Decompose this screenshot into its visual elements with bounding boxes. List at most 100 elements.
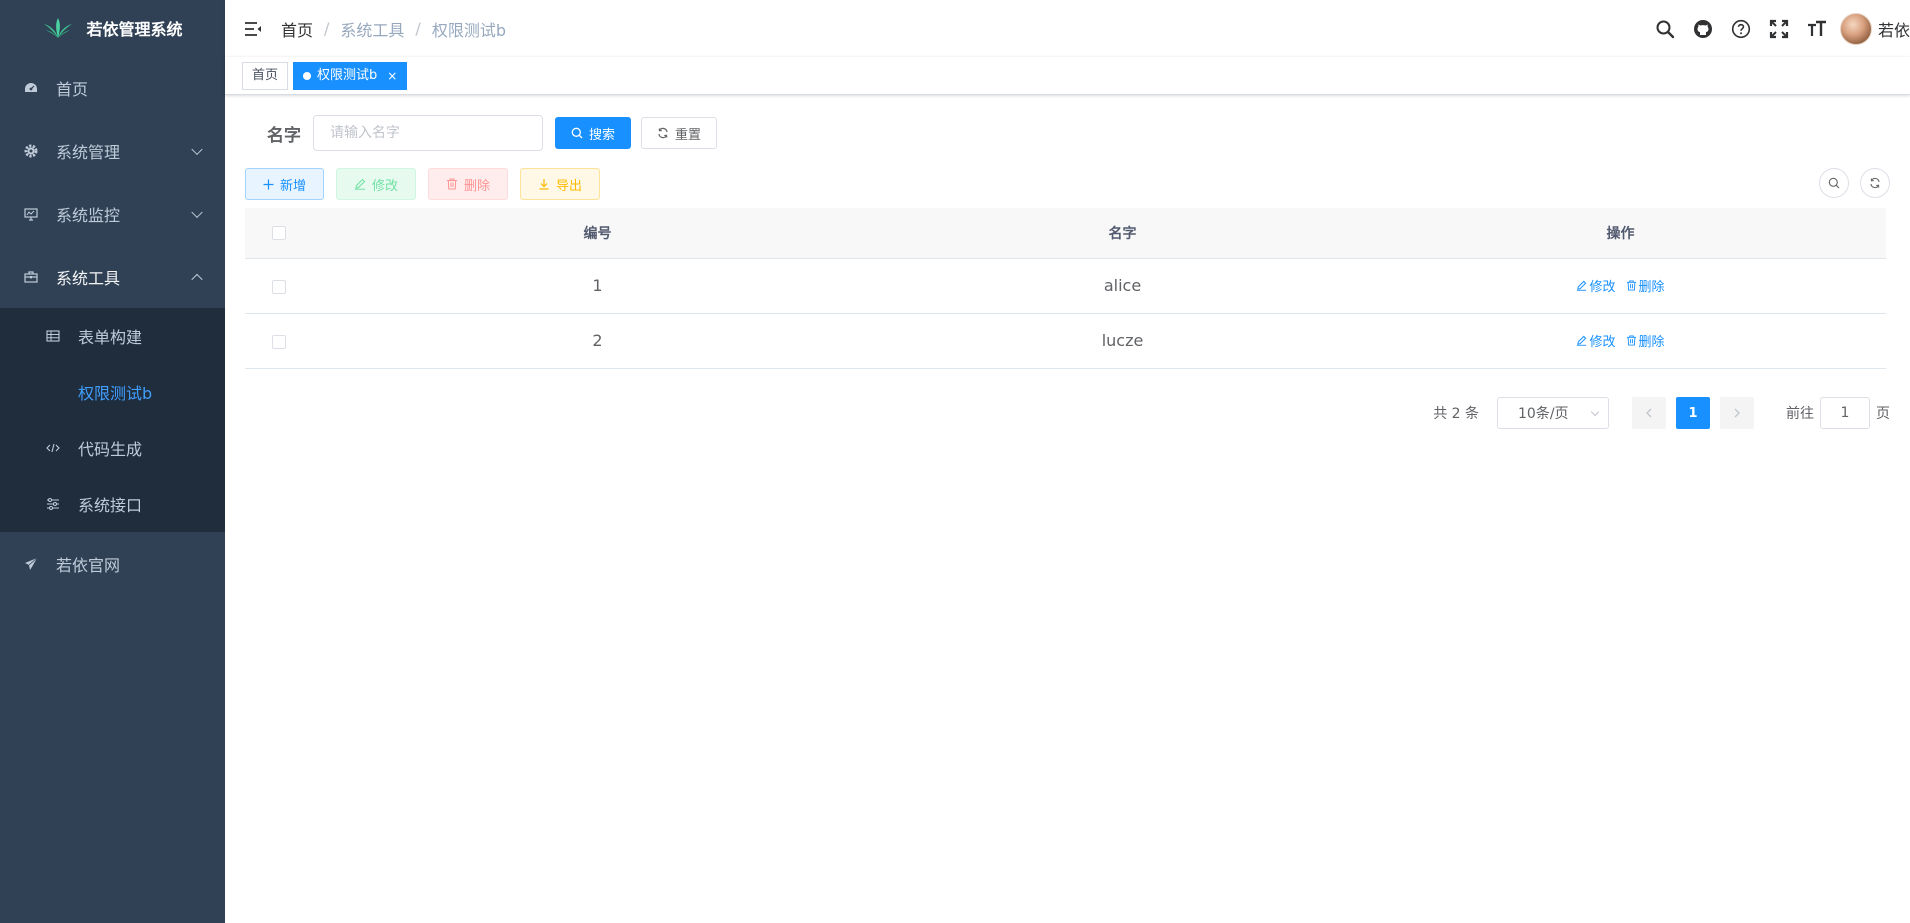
search-icon[interactable] [1646, 0, 1684, 57]
breadcrumb-home[interactable]: 首页 [281, 17, 313, 41]
sidebar-item-system-management[interactable]: 系统管理 [0, 119, 225, 182]
delete-button-label: 删除 [464, 178, 491, 194]
trash-icon [447, 178, 458, 190]
page-jumper: 前往 页 [1786, 397, 1890, 429]
pagination: 共 2 条 10条/页 1 前往 页 [1433, 397, 1890, 429]
reset-button[interactable]: 重置 [641, 117, 718, 149]
data-table: 编号 名字 操作 1 alice 修改 删除 2 lucze 修改 删除 [245, 208, 1886, 369]
name-search-input[interactable] [313, 115, 543, 151]
app-title: 若依管理系统 [86, 20, 183, 39]
table-tools [1819, 168, 1890, 198]
row-checkbox[interactable] [272, 279, 286, 294]
add-button-label: 新增 [280, 178, 307, 194]
sidebar-item-label: 若依官网 [56, 555, 121, 575]
row-delete-link[interactable]: 删除 [1626, 331, 1665, 350]
cell-name: alice [890, 258, 1355, 314]
row-delete-link[interactable]: 删除 [1626, 276, 1665, 295]
logo[interactable]: 若依管理系统 [0, 0, 225, 56]
code-icon [46, 441, 60, 455]
plus-icon [263, 179, 274, 189]
chevron-down-icon [191, 206, 203, 218]
font-size-icon[interactable] [1798, 0, 1836, 57]
page-size-select[interactable]: 10条/页 [1497, 397, 1609, 429]
table-row: 2 lucze 修改 删除 [245, 313, 1886, 369]
tags-view: 首页 权限测试b × [225, 57, 1910, 95]
table-header-row: 编号 名字 操作 [245, 208, 1886, 259]
search-button-label: 搜索 [589, 127, 616, 143]
page-size-value: 10条/页 [1518, 406, 1569, 422]
sidebar-item-label: 权限测试b [78, 384, 153, 403]
tag-permission-test-b[interactable]: 权限测试b × [293, 61, 408, 90]
avatar[interactable] [1839, 12, 1872, 45]
sidebar: 若依管理系统 首页 系统管理 系统监控 系统工具 表单构建 权限测试b 代码生成… [0, 0, 225, 923]
breadcrumb-separator: / [324, 19, 330, 38]
sidebar-item-label: 表单构建 [78, 328, 143, 347]
prev-page-button[interactable] [1632, 397, 1666, 429]
goto-prefix: 前往 [1786, 406, 1814, 422]
sidebar-item-form-builder[interactable]: 表单构建 [0, 308, 225, 364]
delete-button[interactable]: 删除 [428, 168, 509, 200]
select-all-checkbox[interactable] [272, 225, 286, 240]
goto-page-input[interactable] [1820, 397, 1870, 429]
next-page-button[interactable] [1720, 397, 1754, 429]
sidebar-item-system-tools[interactable]: 系统工具 [0, 245, 225, 308]
navbar: 首页 / 系统工具 / 权限测试b 若依 [225, 0, 1910, 57]
trash-icon [1626, 280, 1636, 291]
sidebar-item-permission-test-b[interactable]: 权限测试b [0, 364, 225, 420]
row-edit-link[interactable]: 修改 [1576, 276, 1616, 295]
menu-fold-icon [245, 21, 261, 36]
help-icon[interactable] [1722, 0, 1760, 57]
search-icon [571, 127, 583, 139]
search-button[interactable]: 搜索 [555, 117, 632, 149]
fullscreen-icon[interactable] [1760, 0, 1798, 57]
tag-home[interactable]: 首页 [242, 61, 289, 90]
row-delete-label: 删除 [1638, 335, 1665, 350]
download-icon [539, 179, 549, 190]
breadcrumb-current: 权限测试b [431, 20, 506, 40]
submenu-system-tools: 表单构建 权限测试b 代码生成 系统接口 [0, 308, 225, 532]
hamburger-button[interactable] [225, 0, 281, 57]
logo-icon [44, 18, 73, 38]
sidebar-item-code-gen[interactable]: 代码生成 [0, 420, 225, 476]
export-button[interactable]: 导出 [520, 168, 601, 200]
sidebar-item-system-monitor[interactable]: 系统监控 [0, 182, 225, 245]
row-checkbox[interactable] [272, 334, 286, 349]
chevron-down-icon [1590, 407, 1600, 417]
edit-icon [1577, 280, 1587, 291]
chevron-up-icon [191, 273, 203, 285]
trash-icon [1626, 335, 1636, 346]
search-form: 名字 搜索 重置 [257, 115, 1890, 151]
breadcrumb-system-tools: 系统工具 [340, 20, 405, 40]
add-button[interactable]: 新增 [245, 168, 325, 200]
toggle-search-button[interactable] [1819, 168, 1849, 198]
export-button-label: 导出 [556, 178, 583, 194]
sidebar-item-home[interactable]: 首页 [0, 56, 225, 119]
row-edit-label: 修改 [1589, 335, 1616, 350]
breadcrumb-separator: / [415, 19, 421, 38]
sidebar-item-ruoyi-website[interactable]: 若依官网 [0, 532, 225, 595]
sidebar-item-label: 代码生成 [78, 440, 143, 459]
refresh-icon [1870, 177, 1880, 189]
close-icon[interactable]: × [387, 63, 397, 89]
row-edit-link[interactable]: 修改 [1576, 331, 1616, 350]
table-icon [46, 329, 60, 343]
reset-button-label: 重置 [675, 127, 702, 143]
sidebar-item-system-api[interactable]: 系统接口 [0, 476, 225, 532]
pagination-total: 共 2 条 [1433, 406, 1479, 422]
cell-id: 1 [305, 258, 890, 314]
cell-actions: 修改 删除 [1355, 313, 1886, 369]
github-icon[interactable] [1684, 0, 1722, 57]
chevron-right-icon [1734, 408, 1740, 418]
column-header-name: 名字 [890, 208, 1355, 259]
main-content: 名字 搜索 重置 新增 修改 删除 导出 [225, 95, 1910, 923]
sidebar-item-label: 系统接口 [78, 496, 143, 515]
refresh-icon [658, 127, 668, 139]
sidebar-item-label: 系统管理 [56, 142, 121, 162]
page-number-current[interactable]: 1 [1676, 397, 1710, 429]
edit-button[interactable]: 修改 [336, 168, 417, 200]
user-menu[interactable]: 若依 [1839, 12, 1910, 45]
search-icon [1828, 177, 1840, 189]
refresh-button[interactable] [1860, 168, 1890, 198]
search-label: 名字 [267, 125, 301, 146]
row-select-cell [245, 258, 305, 314]
